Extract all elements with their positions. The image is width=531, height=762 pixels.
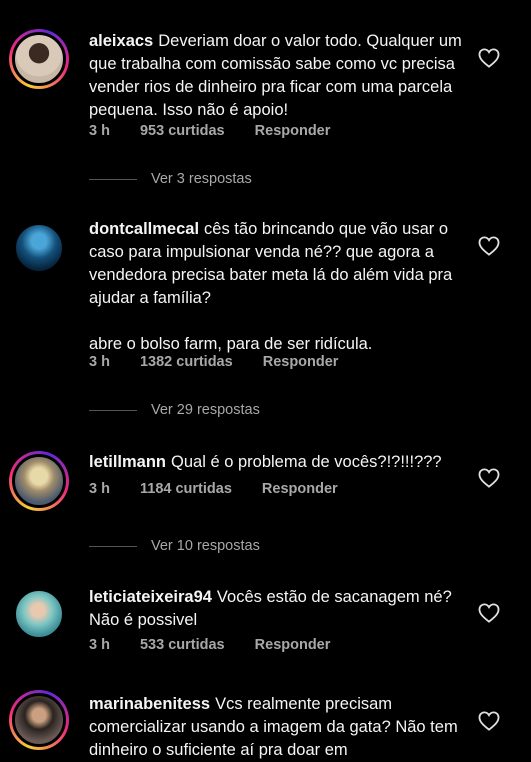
comment-text-block: marinabenitess Vcs realmente precisam com…: [89, 693, 469, 762]
comment-body: cês tão brincando que vão usar o caso pa…: [89, 220, 453, 353]
comment-meta: 3 h 533 curtidas Responder: [89, 637, 330, 653]
comment-text-block: aleixacs Deveriam doar o valor todo. Qual…: [89, 30, 469, 122]
replies-divider: [89, 409, 137, 411]
comment-username[interactable]: dontcallmecal: [89, 220, 199, 238]
heart-outline-icon[interactable]: [478, 468, 500, 488]
comment-time: 3 h: [89, 123, 110, 139]
comment-likes[interactable]: 953 curtidas: [140, 123, 225, 139]
comment-username[interactable]: marinabenitess: [89, 695, 210, 713]
comment-username[interactable]: leticiateixeira94: [89, 588, 212, 606]
heart-outline-icon[interactable]: [478, 236, 500, 256]
view-replies-label: Ver 3 respostas: [151, 171, 252, 187]
heart-outline-icon[interactable]: [478, 603, 500, 623]
avatar[interactable]: [9, 29, 69, 89]
comment-likes[interactable]: 1184 curtidas: [140, 481, 232, 497]
reply-button[interactable]: Responder: [255, 123, 331, 139]
heart-outline-icon[interactable]: [478, 48, 500, 68]
comment-time: 3 h: [89, 354, 110, 370]
comment-text-block: dontcallmecal cês tão brincando que vão u…: [89, 218, 469, 356]
replies-divider: [89, 178, 137, 180]
reply-button[interactable]: Responder: [255, 637, 331, 653]
comment-likes[interactable]: 1382 curtidas: [140, 354, 233, 370]
view-replies-button[interactable]: Ver 29 respostas: [89, 402, 260, 418]
comment-text-block: letillmann Qual é o problema de vocês?!?!…: [89, 451, 469, 474]
comment-time: 3 h: [89, 637, 110, 653]
comment-username[interactable]: letillmann: [89, 453, 166, 471]
heart-outline-icon[interactable]: [478, 711, 500, 731]
comment-meta: 3 h 1382 curtidas Responder: [89, 354, 338, 370]
comment-meta: 3 h 953 curtidas Responder: [89, 123, 330, 139]
avatar[interactable]: [9, 451, 69, 511]
avatar[interactable]: [9, 218, 69, 278]
comment-body: Qual é o problema de vocês?!?!!!???: [171, 453, 442, 471]
comment-text-block: leticiateixeira94 Vocês estão de sacanage…: [89, 586, 469, 632]
comment-likes[interactable]: 533 curtidas: [140, 637, 225, 653]
avatar[interactable]: [9, 584, 69, 644]
comment-meta: 3 h 1184 curtidas Responder: [89, 481, 338, 497]
view-replies-button[interactable]: Ver 10 respostas: [89, 538, 260, 554]
view-replies-label: Ver 29 respostas: [151, 402, 260, 418]
comment-username[interactable]: aleixacs: [89, 32, 153, 50]
view-replies-label: Ver 10 respostas: [151, 538, 260, 554]
reply-button[interactable]: Responder: [263, 354, 339, 370]
view-replies-button[interactable]: Ver 3 respostas: [89, 171, 252, 187]
comment-time: 3 h: [89, 481, 110, 497]
replies-divider: [89, 545, 137, 547]
avatar[interactable]: [9, 690, 69, 750]
reply-button[interactable]: Responder: [262, 481, 338, 497]
